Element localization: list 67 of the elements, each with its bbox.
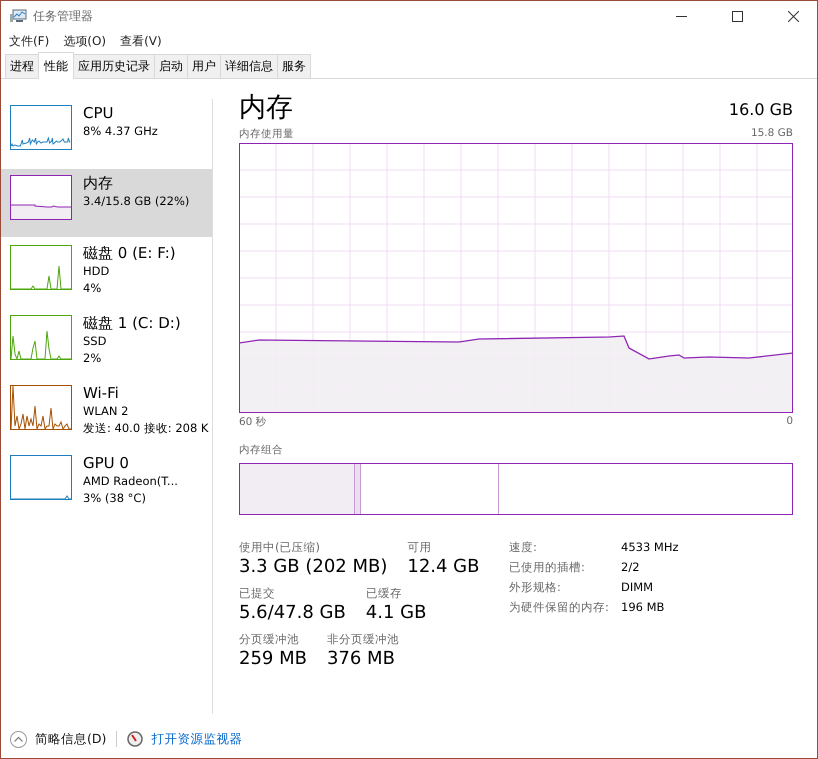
graph-max: 15.8 GB xyxy=(750,127,793,141)
stat-value: 3.3 GB (202 MB) xyxy=(239,555,388,579)
stat-label: 已缓存 xyxy=(366,585,403,601)
window-title: 任务管理器 xyxy=(33,8,93,24)
resource-stat: WLAN 2 xyxy=(83,403,130,420)
resource-name: Wi-Fi xyxy=(83,384,120,403)
stat-label: 已提交 xyxy=(239,585,276,601)
total-memory: 16.0 GB xyxy=(728,100,793,119)
resource-name: 磁盘 1 (C: D:) xyxy=(83,314,181,333)
resource-stat: 4% xyxy=(83,280,102,297)
resource-monitor-link[interactable]: 打开资源监视器 xyxy=(151,730,242,748)
time-start-label: 60 秒 xyxy=(239,415,267,429)
stat-label: 非分页缓冲池 xyxy=(326,631,399,647)
sidebar-item[interactable]: CPU 8% 4.37 GHz xyxy=(1,99,212,167)
tab[interactable]: 应用历史记录 xyxy=(73,54,155,78)
collapse-icon[interactable] xyxy=(10,730,27,748)
tab[interactable]: 性能 xyxy=(38,52,74,79)
stat-value: 259 MB xyxy=(239,647,307,671)
sidebar-item[interactable]: 内存 3.4/15.8 GB (22%) xyxy=(1,169,212,237)
composition-label: 内存组合 xyxy=(239,443,284,457)
stat-value: 376 MB xyxy=(326,647,396,671)
spec-label: 速度: xyxy=(509,539,538,555)
spec-label: 为硬件保留的内存: xyxy=(509,599,610,615)
close-icon[interactable] xyxy=(788,10,799,22)
sidebar-item[interactable]: 磁盘 1 (C: D:) SSD 2% xyxy=(1,309,212,377)
spec-value: 196 MB xyxy=(621,599,666,615)
resource-stat: AMD Radeon(T... xyxy=(83,473,178,490)
resource-name: 内存 xyxy=(83,174,114,193)
menu-item[interactable]: 选项(O) xyxy=(63,32,106,50)
resource-name: GPU 0 xyxy=(83,454,130,473)
spec-value: 2/2 xyxy=(621,559,641,575)
stat-value: 5.6/47.8 GB xyxy=(239,601,346,625)
app-icon xyxy=(10,9,27,23)
resource-name: 磁盘 0 (E: F:) xyxy=(83,244,176,263)
tab[interactable]: 启动 xyxy=(154,54,188,78)
spec-label: 已使用的插槽: xyxy=(509,559,586,575)
fewer-details-link[interactable]: 简略信息(D) xyxy=(35,730,106,748)
resource-stat: 3.4/15.8 GB (22%) xyxy=(83,193,190,210)
graph-label: 内存使用量 xyxy=(239,127,294,141)
time-end-label: 0 xyxy=(786,415,793,429)
stat-value: 4.1 GB xyxy=(366,601,426,625)
stat-value: 12.4 GB xyxy=(407,555,480,579)
menu-item[interactable]: 文件(F) xyxy=(9,32,50,50)
sidebar-item[interactable]: GPU 0 AMD Radeon(T... 3% (38 °C) xyxy=(1,449,212,517)
resource-name: CPU xyxy=(83,104,114,123)
tab[interactable]: 服务 xyxy=(277,54,311,78)
tab[interactable]: 进程 xyxy=(5,54,39,78)
tab[interactable]: 用户 xyxy=(187,54,221,78)
resource-stat: 2% xyxy=(83,350,102,367)
menu-item[interactable]: 查看(V) xyxy=(120,32,162,50)
stat-label: 可用 xyxy=(407,539,432,555)
stat-label: 分页缓冲池 xyxy=(239,631,300,647)
maximize-icon[interactable] xyxy=(732,10,743,22)
resource-stat: 发送: 40.0 接收: 208 K xyxy=(83,420,208,437)
section-title: 内存 xyxy=(239,91,293,125)
resource-stat: HDD xyxy=(83,263,110,280)
stat-label: 使用中(已压缩) xyxy=(239,539,321,555)
sidebar-item[interactable]: 磁盘 0 (E: F:) HDD 4% xyxy=(1,239,212,307)
resource-stat: 8% 4.37 GHz xyxy=(83,123,158,140)
spec-value: DIMM xyxy=(621,579,654,595)
spec-value: 4533 MHz xyxy=(621,539,679,555)
resource-stat: SSD xyxy=(83,333,108,350)
sidebar-item[interactable]: Wi-Fi WLAN 2 发送: 40.0 接收: 208 K xyxy=(1,379,212,447)
gauge-icon xyxy=(127,731,144,747)
resource-stat: 3% (38 °C) xyxy=(83,490,147,507)
spec-label: 外形规格: xyxy=(509,579,562,595)
tab[interactable]: 详细信息 xyxy=(220,54,278,78)
